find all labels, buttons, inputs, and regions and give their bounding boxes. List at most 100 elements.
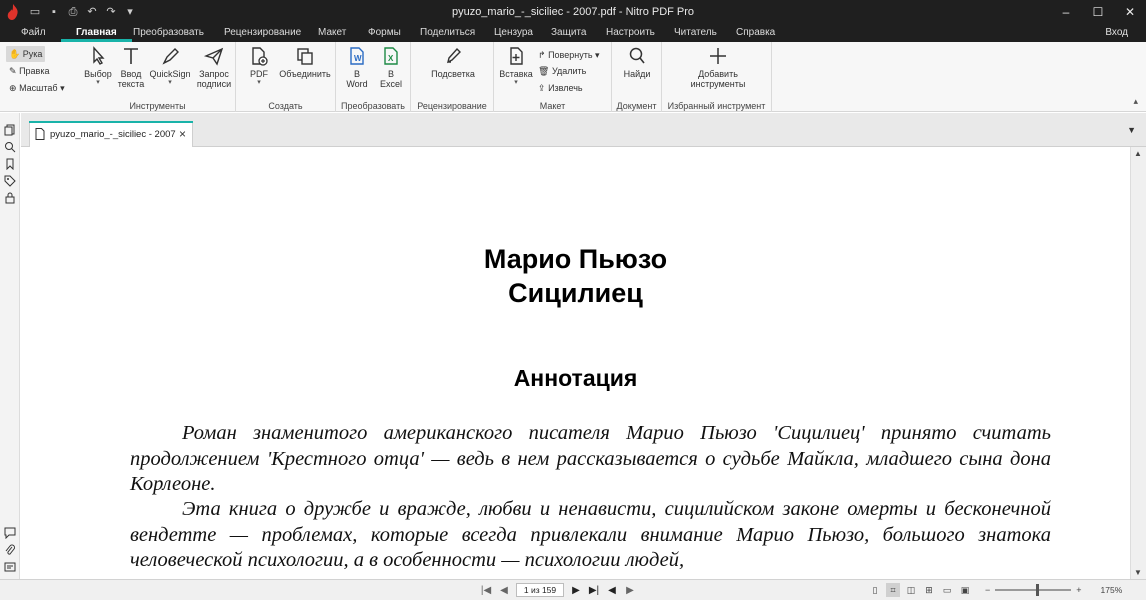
scroll-down-icon[interactable]: ▼ (1134, 568, 1142, 577)
bookmark-icon[interactable] (4, 158, 16, 170)
plus-icon (710, 48, 726, 64)
chevron-down-icon: ▾ (595, 50, 600, 60)
tab-convert[interactable]: Преобразовать (131, 24, 206, 42)
status-bar: |◀ ◀ 1 из 159 ▶ ▶| ◀ ▶ ▯ ⌗ ◫ ⊞ ▭ ▣ − + 1… (0, 579, 1146, 600)
word-file-icon: W (350, 47, 364, 65)
pages-panel-icon[interactable] (4, 124, 16, 136)
close-button[interactable]: ✕ (1114, 0, 1146, 24)
login-button[interactable]: Вход (1105, 24, 1128, 42)
tab-help[interactable]: Справка (734, 24, 777, 42)
undo-icon[interactable]: ↶ (85, 5, 99, 19)
ribbon: ✋ Рука ✎ Правка ⊕ Масштаб ▾ Выбор ▾ Ввод… (0, 42, 1146, 112)
delete-page-button[interactable]: 🗑 Удалить (538, 63, 586, 79)
comment-icon[interactable] (4, 527, 16, 539)
to-word-button[interactable]: W В Word (342, 46, 372, 89)
tab-protect[interactable]: Защита (549, 24, 588, 42)
edit-tool[interactable]: ✎ Правка (6, 63, 52, 79)
tab-home[interactable]: Главная (61, 24, 132, 42)
redo-icon[interactable]: ↷ (104, 5, 118, 19)
edit-tool-label: Правка (19, 66, 50, 76)
zoom-tool-label: Масштаб (19, 83, 58, 93)
group-label-convert: Преобразовать (341, 101, 405, 111)
fit-screen-icon[interactable]: ▣ (958, 583, 972, 597)
zoom-tool[interactable]: ⊕ Масштаб ▾ (6, 80, 68, 96)
next-page-icon[interactable]: ▶ (570, 585, 582, 596)
chevron-down-icon: ▾ (168, 79, 172, 86)
left-sidebar (0, 113, 20, 579)
group-label-create: Создать (268, 101, 303, 111)
highlight-label: Подсветка (431, 69, 475, 79)
rotate-button[interactable]: ↱ Повернуть ▾ (538, 47, 600, 63)
vertical-scrollbar[interactable]: ▲ ▼ (1130, 147, 1146, 579)
attachment-icon[interactable] (4, 544, 16, 556)
extract-label: Извлечь (548, 83, 583, 93)
add-tools-button[interactable]: Добавить инструменты (682, 46, 754, 89)
word-label-1: В (353, 69, 360, 79)
title-bar: ▭ ▪ ⎙ ↶ ↷ ▾ pyuzo_mario_-_siciliec - 200… (0, 0, 1146, 24)
ribbon-group-favorite: Добавить инструменты Избранный инструмен… (662, 42, 772, 112)
tag-icon[interactable] (4, 175, 16, 187)
tab-review[interactable]: Рецензирование (222, 24, 303, 42)
tab-customize[interactable]: Настроить (604, 24, 657, 42)
scroll-up-icon[interactable]: ▲ (1134, 149, 1142, 158)
search-panel-icon[interactable] (4, 141, 16, 153)
previous-view-icon[interactable]: ◀ (606, 585, 618, 596)
collapse-ribbon-icon[interactable]: ▴ (1133, 96, 1138, 107)
ribbon-tabs: Файл Главная Преобразовать Рецензировани… (0, 24, 1146, 42)
quicksign-button[interactable]: QuickSign ▾ (148, 46, 192, 87)
insert-button[interactable]: Вставка ▾ (498, 46, 534, 87)
type-text-label-1: Ввод (120, 69, 142, 79)
facing-continuous-view-icon[interactable]: ⊞ (922, 583, 936, 597)
select-button[interactable]: Выбор ▾ (83, 46, 113, 87)
customize-toolbar-icon[interactable]: ▾ (123, 5, 137, 19)
single-page-view-icon[interactable]: ▯ (868, 583, 882, 597)
find-button[interactable]: Найди (620, 46, 654, 79)
last-page-icon[interactable]: ▶| (588, 585, 600, 596)
request-signature-button[interactable]: Запрос подписи (194, 46, 234, 89)
tab-share[interactable]: Поделиться (418, 24, 477, 42)
highlight-button[interactable]: Подсветка (427, 46, 479, 79)
minimize-button[interactable]: – (1050, 0, 1082, 24)
zoom-slider-handle[interactable] (1036, 584, 1040, 596)
nitro-logo-icon[interactable] (7, 4, 19, 20)
tab-file[interactable]: Файл (19, 24, 48, 42)
next-view-icon[interactable]: ▶ (624, 585, 636, 596)
extract-button[interactable]: ⇪ Извлечь (538, 80, 583, 96)
type-text-button[interactable]: Ввод текста (116, 46, 146, 89)
tab-layout[interactable]: Макет (316, 24, 348, 42)
hand-tool[interactable]: ✋ Рука (6, 46, 46, 62)
open-folder-icon[interactable]: ▭ (28, 5, 42, 19)
maximize-button[interactable]: ☐ (1082, 0, 1114, 24)
previous-page-icon[interactable]: ◀ (498, 585, 510, 596)
tab-redact[interactable]: Цензура (492, 24, 535, 42)
pen-sign-icon (162, 48, 179, 65)
first-page-icon[interactable]: |◀ (480, 585, 492, 596)
close-tab-icon[interactable]: × (179, 127, 186, 141)
word-label-2: Word (346, 79, 368, 89)
lock-icon[interactable] (4, 192, 16, 204)
save-icon[interactable]: ▪ (47, 5, 61, 19)
tab-reader[interactable]: Читатель (672, 24, 719, 42)
continuous-view-icon[interactable]: ⌗ (886, 583, 900, 597)
page-number-field[interactable]: 1 из 159 (516, 583, 564, 597)
print-icon[interactable]: ⎙ (66, 5, 80, 19)
ribbon-group-review: Подсветка Рецензирование (411, 42, 494, 112)
tab-forms[interactable]: Формы (366, 24, 403, 42)
document-tab[interactable]: pyuzo_mario_-_siciliec - 2007 × (29, 121, 193, 147)
combine-button[interactable]: Объединить (276, 46, 334, 79)
zoom-in-button[interactable]: + (1076, 585, 1081, 595)
presentation-view-icon[interactable]: ▭ (940, 583, 954, 597)
ribbon-group-convert: W В Word X В Excel Преобразовать (336, 42, 411, 112)
hand-tool-label: Рука (22, 49, 43, 59)
rotate-label: Повернуть (548, 50, 593, 60)
facing-view-icon[interactable]: ◫ (904, 583, 918, 597)
to-excel-button[interactable]: X В Excel (376, 46, 406, 89)
create-pdf-button[interactable]: PDF ▾ (244, 46, 274, 87)
trash-icon: 🗑 (538, 66, 550, 76)
zoom-slider[interactable] (995, 584, 1072, 596)
zoom-out-button[interactable]: − (985, 585, 990, 595)
document-page[interactable]: Марио Пьюзо Сицилиец Аннотация Роман зна… (21, 147, 1130, 579)
form-fields-icon[interactable] (4, 561, 16, 573)
annotation-paragraph-2: Эта книга о дружбе и вражде, любви и нен… (130, 498, 1051, 571)
tab-list-dropdown-icon[interactable]: ▼ (1127, 125, 1136, 135)
